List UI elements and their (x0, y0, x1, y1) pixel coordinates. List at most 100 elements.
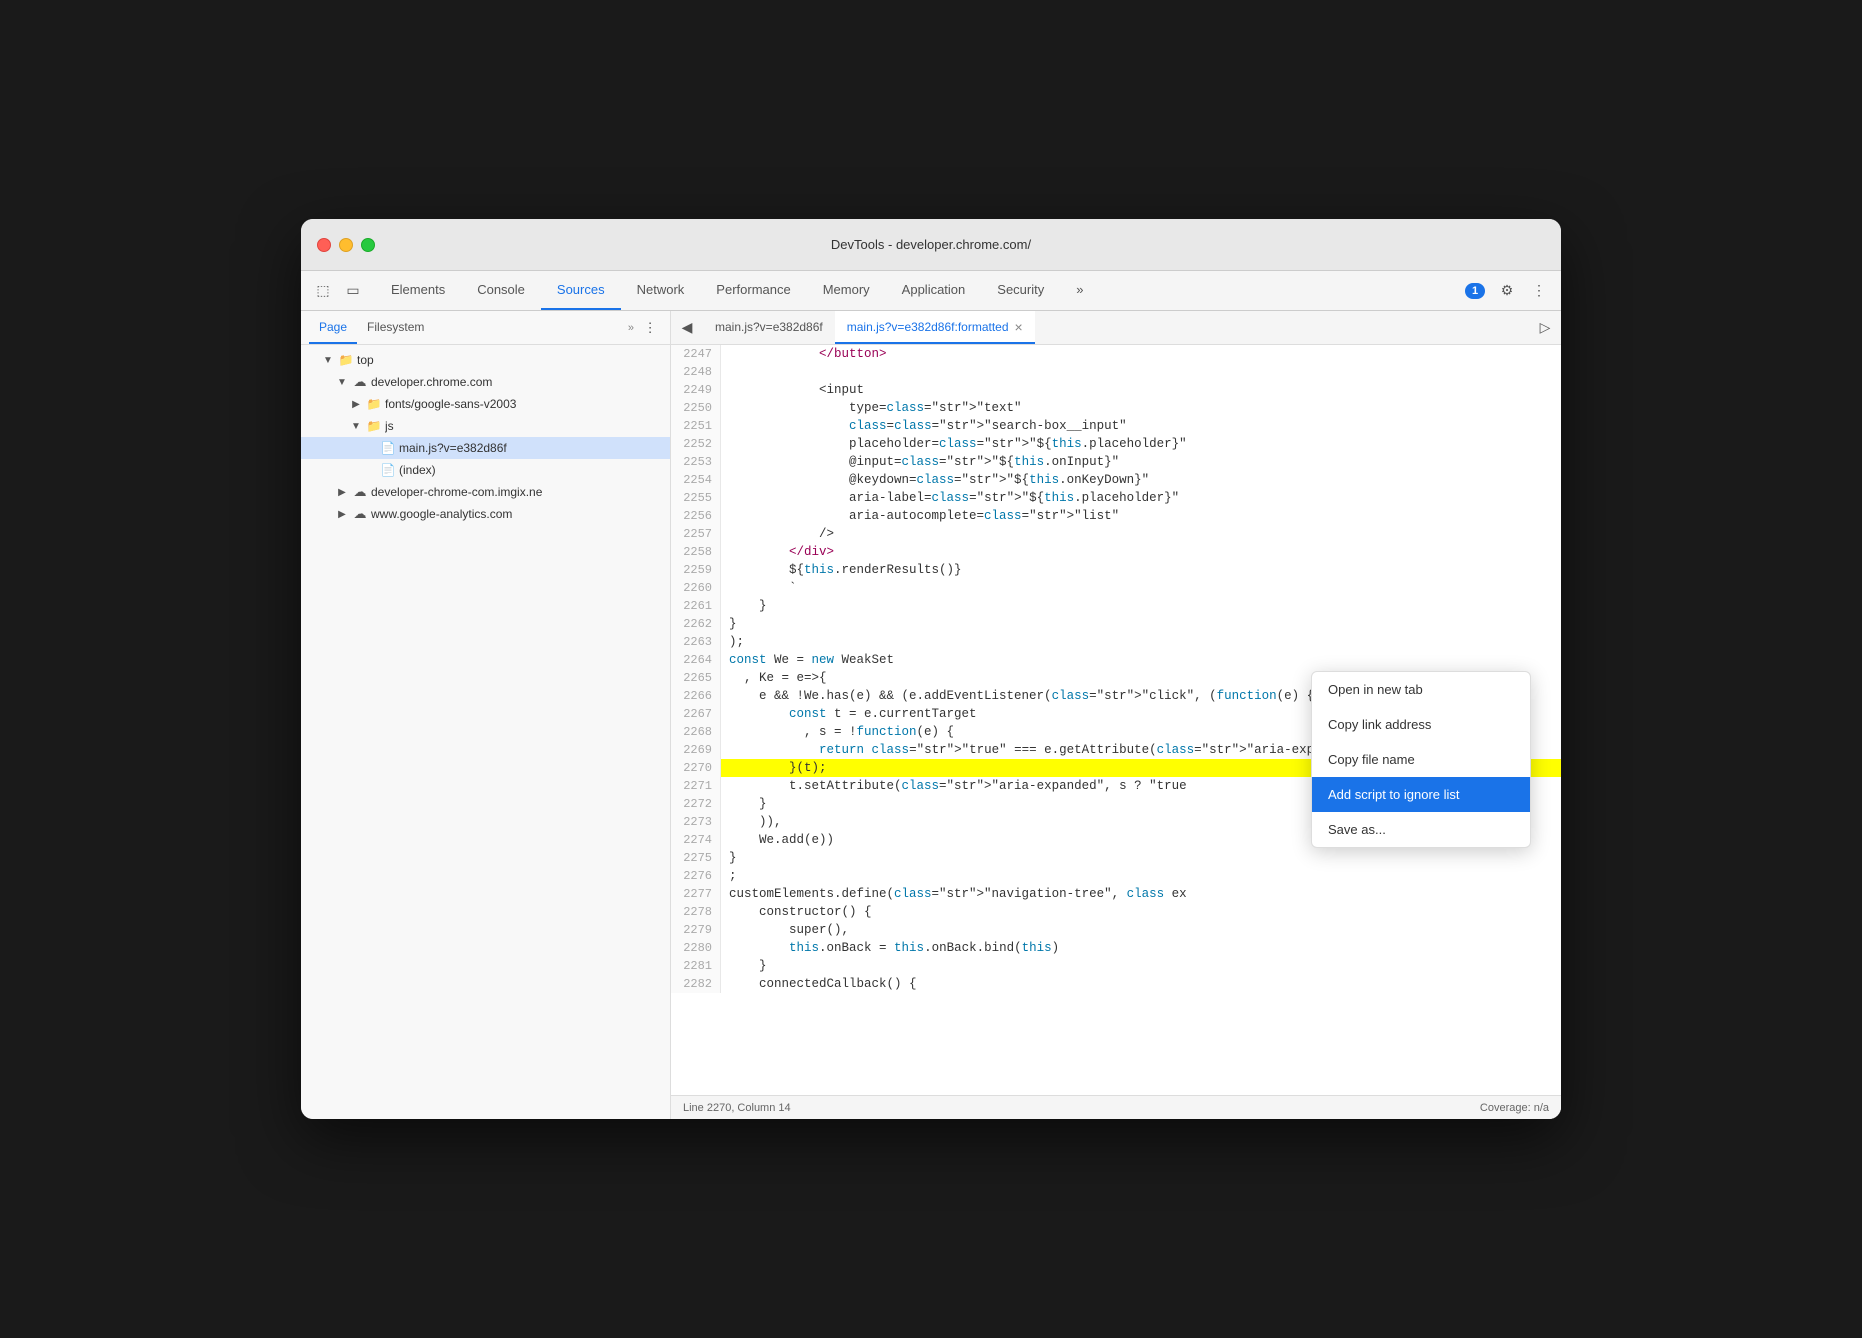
arrow-right-icon-2: ▶ (335, 485, 349, 499)
file-grey-icon: 📄 (380, 462, 396, 478)
tree-item-fonts[interactable]: ▶ 📁 fonts/google-sans-v2003 (301, 393, 670, 415)
tree-item-developer-chrome[interactable]: ▼ developer.chrome.com (301, 371, 670, 393)
cloud-icon-2 (352, 484, 368, 500)
tab-more[interactable]: » (1060, 271, 1099, 310)
tab-memory[interactable]: Memory (807, 271, 886, 310)
line-content: } (721, 957, 1561, 975)
line-number: 2265 (671, 669, 721, 687)
settings-button[interactable]: ⚙ (1493, 277, 1521, 305)
context-menu-item-copy-link[interactable]: Copy link address (1312, 707, 1530, 742)
tree-item-imgix[interactable]: ▶ developer-chrome-com.imgix.ne (301, 481, 670, 503)
tree-item-analytics[interactable]: ▶ www.google-analytics.com (301, 503, 670, 525)
tab-console[interactable]: Console (461, 271, 541, 310)
close-tab-icon[interactable]: × (1015, 320, 1023, 334)
line-content: ` (721, 579, 1561, 597)
line-content (721, 363, 1561, 381)
line-number: 2268 (671, 723, 721, 741)
tab-sources[interactable]: Sources (541, 271, 621, 310)
cloud-icon (352, 374, 368, 390)
line-content: customElements.define(class="str">"navig… (721, 885, 1561, 903)
tab-performance[interactable]: Performance (700, 271, 806, 310)
code-row: 2247 </button> (671, 345, 1561, 363)
code-row: 2281 } (671, 957, 1561, 975)
line-content: aria-autocomplete=class="str">"list" (721, 507, 1561, 525)
line-content: super(), (721, 921, 1561, 939)
line-number: 2282 (671, 975, 721, 993)
line-number: 2252 (671, 435, 721, 453)
tab-application[interactable]: Application (886, 271, 982, 310)
minimize-button[interactable] (339, 238, 353, 252)
line-number: 2273 (671, 813, 721, 831)
code-row: 2258 </div> (671, 543, 1561, 561)
code-row: 2276; (671, 867, 1561, 885)
sidebar-more[interactable]: » (624, 322, 638, 334)
line-number: 2270 (671, 759, 721, 777)
line-content: ; (721, 867, 1561, 885)
line-number: 2263 (671, 633, 721, 651)
arrow-down-icon-3: ▼ (349, 419, 363, 433)
line-number: 2255 (671, 489, 721, 507)
line-content: } (721, 849, 1561, 867)
feedback-button[interactable]: 1 (1461, 277, 1489, 305)
line-number: 2264 (671, 651, 721, 669)
tab-back-button[interactable]: ◀ (675, 316, 699, 340)
line-number: 2281 (671, 957, 721, 975)
devtools-window: DevTools - developer.chrome.com/ ⬚ ▭ Ele… (301, 219, 1561, 1119)
line-content: aria-label=class="str">"${this.placehold… (721, 489, 1561, 507)
line-content: type=class="str">"text" (721, 399, 1561, 417)
line-number: 2267 (671, 705, 721, 723)
maximize-button[interactable] (361, 238, 375, 252)
tree-label-main-js: main.js?v=e382d86f (399, 441, 507, 455)
code-row: 2259 ${this.renderResults()} (671, 561, 1561, 579)
sidebar-tab-filesystem[interactable]: Filesystem (357, 311, 434, 344)
collapse-sidebar-button[interactable]: ▷ (1533, 316, 1557, 340)
line-number: 2272 (671, 795, 721, 813)
line-number: 2247 (671, 345, 721, 363)
devtools-toolbar: ⬚ ▭ Elements Console Sources Network Per… (301, 271, 1561, 311)
tab-elements[interactable]: Elements (375, 271, 461, 310)
line-number: 2253 (671, 453, 721, 471)
close-button[interactable] (317, 238, 331, 252)
line-content: class=class="str">"search-box__input" (721, 417, 1561, 435)
code-row: 2260 ` (671, 579, 1561, 597)
coverage-status: Coverage: n/a (1480, 1102, 1549, 1114)
tree-item-top[interactable]: ▼ 📁 top (301, 349, 670, 371)
code-row: 2263); (671, 633, 1561, 651)
tree-item-main-js[interactable]: 📄 main.js?v=e382d86f (301, 437, 670, 459)
line-content: ${this.renderResults()} (721, 561, 1561, 579)
traffic-lights (317, 238, 375, 252)
code-row: 2282 connectedCallback() { (671, 975, 1561, 993)
editor-area: ◀ main.js?v=e382d86f main.js?v=e382d86f:… (671, 311, 1561, 1119)
tree-label-analytics: www.google-analytics.com (371, 507, 512, 521)
tree-item-js[interactable]: ▼ 📁 js (301, 415, 670, 437)
window-title: DevTools - developer.chrome.com/ (831, 237, 1031, 252)
code-row: 2249 <input (671, 381, 1561, 399)
line-number: 2262 (671, 615, 721, 633)
editor-tabs: ◀ main.js?v=e382d86f main.js?v=e382d86f:… (671, 311, 1561, 345)
arrow-right-icon: ▶ (349, 397, 363, 411)
context-menu-item-ignore[interactable]: Add script to ignore list (1312, 777, 1530, 812)
editor-tab-main-js[interactable]: main.js?v=e382d86f (703, 311, 835, 344)
line-number: 2275 (671, 849, 721, 867)
arrow-down-icon: ▼ (321, 353, 335, 367)
context-menu-item-save-as[interactable]: Save as... (1312, 812, 1530, 847)
inspect-element-button[interactable]: ⬚ (309, 277, 337, 305)
folder-blue-icon: 📁 (366, 396, 382, 412)
more-options-button[interactable]: ⋮ (1525, 277, 1553, 305)
device-toggle-button[interactable]: ▭ (339, 277, 367, 305)
line-number: 2261 (671, 597, 721, 615)
sidebar-tab-page[interactable]: Page (309, 311, 357, 344)
code-row: 2261 } (671, 597, 1561, 615)
line-number: 2254 (671, 471, 721, 489)
tree-item-index[interactable]: 📄 (index) (301, 459, 670, 481)
tab-security[interactable]: Security (981, 271, 1060, 310)
main-content: Page Filesystem » ⋮ ▼ 📁 top ▼ developer.… (301, 311, 1561, 1119)
line-content: ); (721, 633, 1561, 651)
code-row: 2277customElements.define(class="str">"n… (671, 885, 1561, 903)
code-row: 2256 aria-autocomplete=class="str">"list… (671, 507, 1561, 525)
context-menu-item-copy-filename[interactable]: Copy file name (1312, 742, 1530, 777)
tab-network[interactable]: Network (621, 271, 701, 310)
sidebar-menu-button[interactable]: ⋮ (638, 316, 662, 340)
editor-tab-main-js-formatted[interactable]: main.js?v=e382d86f:formatted × (835, 311, 1035, 344)
context-menu-item-open-tab[interactable]: Open in new tab (1312, 672, 1530, 707)
